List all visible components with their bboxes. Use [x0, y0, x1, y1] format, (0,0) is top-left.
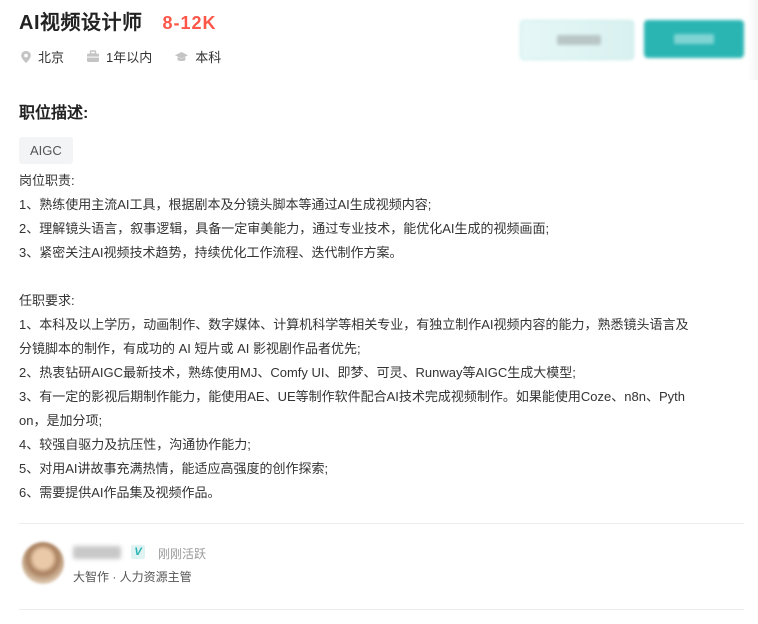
description-line: 1、本科及以上学历，动画制作、数字媒体、计算机科学等相关专业，有独立制作AI视频…	[19, 317, 689, 332]
recruiter-title: 大智作 · 人力资源主管	[73, 570, 192, 584]
verified-badge-icon: V	[131, 545, 145, 559]
education-text: 本科	[195, 50, 222, 65]
description-line: 3、紧密关注AI视频技术趋势，持续优化工作流程、迭代制作方案。	[19, 245, 403, 260]
location-text: 北京	[38, 50, 65, 65]
recruiter-avatar[interactable]	[22, 542, 64, 584]
active-status: 刚刚活跃	[158, 547, 207, 561]
education-item: 本科	[174, 47, 221, 66]
salary: 8-12K	[162, 13, 217, 33]
description-line: 任职要求:	[19, 293, 75, 308]
recruiter-name	[73, 546, 121, 559]
description-line: 1、熟练使用主流AI工具，根据剧本及分镜头脚本等通过AI生成视频内容;	[19, 197, 432, 212]
section-heading: 职位描述:	[19, 105, 89, 122]
job-title: AI视频设计师	[19, 12, 143, 34]
chat-now-button[interactable]	[644, 20, 744, 58]
job-meta: 北京 1年以内 本科	[20, 47, 243, 66]
description-line: on，是加分项;	[19, 413, 103, 428]
divider	[19, 609, 744, 610]
experience-text: 1年以内	[106, 50, 153, 65]
description-line	[19, 265, 744, 289]
job-header: AI视频设计师 8-12K	[19, 6, 217, 35]
job-description: 岗位职责: 1、熟练使用主流AI工具，根据剧本及分镜头脚本等通过AI生成视频内容…	[19, 169, 744, 505]
location-pin-icon	[21, 50, 31, 63]
skill-tag: AIGC	[19, 137, 73, 164]
description-line: 2、热衷钻研AIGC最新技术，熟练使用MJ、Comfy UI、即梦、可灵、Run…	[19, 365, 576, 380]
description-line: 4、较强自驱力及抗压性，沟通协作能力;	[19, 437, 251, 452]
description-line: 分镜脚本的制作，有成功的 AI 短片或 AI 影视剧作品者优先;	[19, 341, 361, 356]
description-line: 岗位职责:	[19, 173, 75, 188]
description-line: 2、理解镜头语言，叙事逻辑，具备一定审美能力，通过专业技术，能优化AI生成的视频…	[19, 221, 550, 236]
location-item: 北京	[20, 47, 64, 66]
briefcase-icon	[87, 50, 100, 62]
experience-item: 1年以内	[86, 47, 152, 66]
description-line: 6、需要提供AI作品集及视频作品。	[19, 485, 221, 500]
interest-button[interactable]	[520, 20, 634, 60]
divider	[19, 523, 744, 524]
description-line: 3、有一定的影视后期制作能力，能使用AE、UE等制作软件配合AI技术完成视频制作…	[19, 389, 685, 404]
graduation-cap-icon	[175, 51, 189, 61]
description-line: 5、对用AI讲故事充满热情，能适应高强度的创作探索;	[19, 461, 329, 476]
